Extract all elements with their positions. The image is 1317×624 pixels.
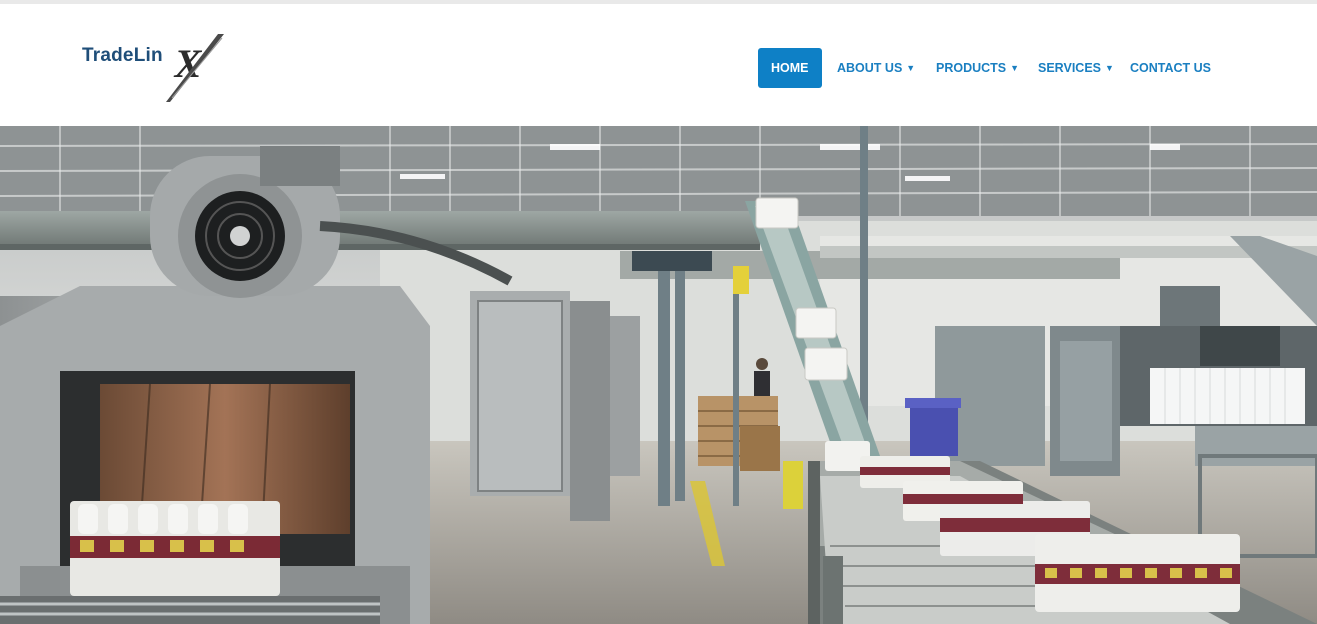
nav-contact-us[interactable]: CONTACT US	[1130, 48, 1211, 88]
nav-services[interactable]: SERVICES ▼	[1038, 48, 1114, 88]
nav-products-label: PRODUCTS	[936, 61, 1007, 75]
nav-products[interactable]: PRODUCTS ▼	[936, 48, 1019, 88]
logo-link[interactable]: TradeLin X	[82, 28, 232, 104]
logo-x-mark-icon: X	[166, 34, 224, 102]
chevron-down-icon: ▼	[1105, 63, 1114, 73]
chevron-down-icon: ▼	[1010, 63, 1020, 73]
hero-banner	[0, 126, 1317, 624]
nav-about-us[interactable]: ABOUT US ▼	[837, 48, 915, 88]
nav-home[interactable]: HOME	[758, 48, 822, 88]
nav-about-us-label: ABOUT US	[837, 61, 903, 75]
factory-bottling-line-image	[0, 126, 1317, 624]
nav-home-label: HOME	[771, 61, 809, 75]
logo-wordmark: TradeLin	[82, 45, 163, 66]
site-header: TradeLin X HOME ABOUT US ▼ PRODUCTS ▼ SERV…	[0, 4, 1317, 126]
nav-services-label: SERVICES	[1038, 61, 1101, 75]
nav-contact-us-label: CONTACT US	[1130, 61, 1212, 75]
chevron-down-icon: ▼	[906, 63, 916, 73]
